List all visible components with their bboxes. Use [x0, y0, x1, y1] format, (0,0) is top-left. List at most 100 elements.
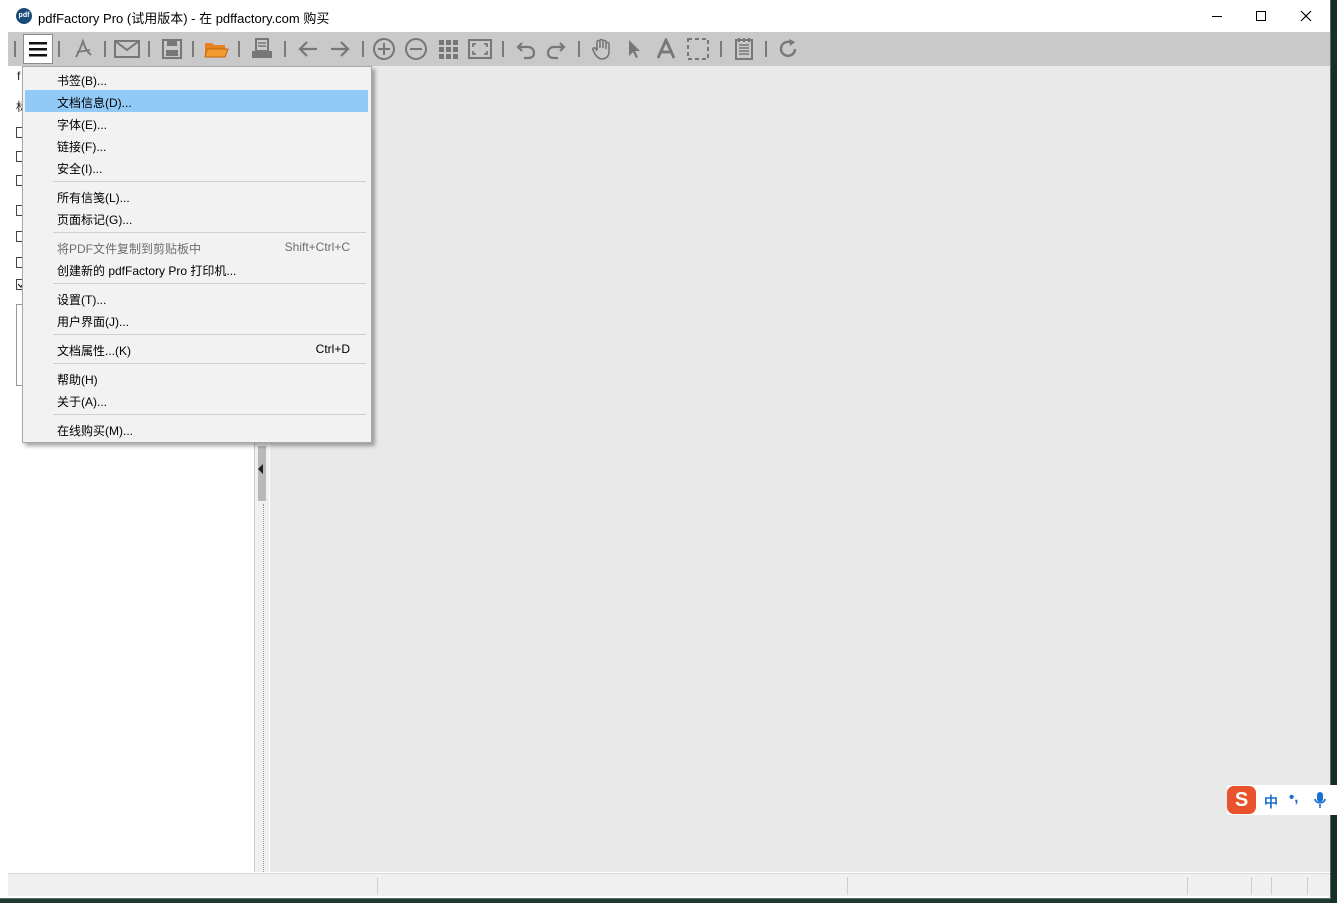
- menu-item-links[interactable]: 链接(F)...: [25, 134, 368, 156]
- menu-item-document-info[interactable]: 文档信息(D)...: [25, 90, 368, 112]
- menu-item-all-letterheads[interactable]: 所有信笺(L)...: [25, 185, 368, 207]
- minimize-button[interactable]: [1194, 0, 1240, 31]
- menu-item-settings[interactable]: 设置(T)...: [25, 287, 368, 309]
- ime-logo-icon[interactable]: S: [1227, 786, 1256, 814]
- menu-item-label: 帮助(H): [57, 373, 98, 387]
- menu-item-fonts[interactable]: 字体(E)...: [25, 112, 368, 134]
- status-divider: [1271, 877, 1272, 895]
- text-tool-button[interactable]: [651, 34, 681, 64]
- back-button[interactable]: [293, 34, 323, 64]
- redo-button[interactable]: [541, 34, 571, 64]
- hand-tool-button[interactable]: [587, 34, 617, 64]
- minimize-icon: [1212, 15, 1222, 17]
- status-divider: [1187, 877, 1188, 895]
- menu-item-buy-online[interactable]: 在线购买(M)...: [25, 418, 368, 440]
- menu-item-document-properties[interactable]: 文档属性...(K) Ctrl+D: [25, 338, 368, 360]
- grid-view-button[interactable]: [433, 34, 463, 64]
- panel-tab-fragment[interactable]: f: [17, 69, 20, 83]
- save-button[interactable]: [157, 34, 187, 64]
- zoom-in-icon: [373, 38, 395, 60]
- forward-button[interactable]: [325, 34, 355, 64]
- toolbar-separator: [502, 41, 504, 57]
- collapse-arrow-icon[interactable]: [258, 464, 263, 474]
- splitter-dotted-line: [263, 504, 264, 872]
- menu-item-label: 设置(T)...: [57, 293, 107, 307]
- email-button[interactable]: [112, 34, 142, 64]
- menu-item-label: 字体(E)...: [57, 118, 107, 132]
- ime-toolbar[interactable]: S 中 •,: [1227, 785, 1337, 815]
- menu-item-copy-to-clipboard[interactable]: 将PDF文件复制到剪贴板中 Shift+Ctrl+C: [25, 236, 368, 258]
- toolbar-separator: [148, 41, 150, 57]
- refresh-icon: [779, 39, 797, 58]
- menu-item-user-interface[interactable]: 用户界面(J)...: [25, 309, 368, 331]
- window-title: pdfFactory Pro (试用版本) - 在 pdffactory.com…: [38, 11, 330, 26]
- zoom-in-button[interactable]: [369, 34, 399, 64]
- text-icon: [656, 38, 676, 59]
- open-button[interactable]: [201, 34, 231, 64]
- maximize-button[interactable]: [1238, 0, 1284, 31]
- open-folder-icon: [204, 43, 229, 58]
- toolbar-separator: [362, 41, 364, 57]
- pdf-button[interactable]: [68, 34, 98, 64]
- app-logo-icon: pdf: [16, 8, 32, 24]
- menu-item-label: 关于(A)...: [57, 395, 107, 409]
- undo-button[interactable]: [511, 34, 541, 64]
- email-icon: [114, 40, 140, 58]
- undo-icon: [516, 42, 536, 60]
- toolbar-separator: [238, 41, 240, 57]
- hand-icon: [592, 38, 610, 60]
- print-button[interactable]: [247, 34, 277, 64]
- menu-separator: [53, 363, 366, 364]
- save-icon: [162, 39, 182, 59]
- status-divider: [377, 877, 378, 895]
- toolbar-separator: [284, 41, 286, 57]
- pointer-tool-button[interactable]: [619, 34, 649, 64]
- menu-item-label: 文档属性...(K): [57, 344, 131, 358]
- menu-item-bookmarks[interactable]: 书签(B)...: [25, 68, 368, 90]
- toolbar-separator: [720, 41, 722, 57]
- print-icon: [252, 38, 272, 58]
- menu-item-label: 创建新的 pdfFactory Pro 打印机...: [57, 264, 237, 278]
- notes-icon: [735, 38, 753, 60]
- maximize-icon: [1256, 10, 1266, 21]
- redo-icon: [546, 42, 566, 60]
- pointer-icon: [629, 40, 640, 58]
- ime-mode-toggle[interactable]: 中: [1264, 792, 1278, 812]
- status-divider: [1307, 877, 1308, 895]
- menu-item-label: 链接(F)...: [57, 140, 107, 154]
- toolbar-separator: [578, 41, 580, 57]
- menu-separator: [53, 181, 366, 182]
- main-menu-dropdown: 书签(B)... 文档信息(D)... 字体(E)... 链接(F)... 安全…: [22, 66, 372, 443]
- desktop-background: [1330, 0, 1337, 903]
- title-bar: pdf pdfFactory Pro (试用版本) - 在 pdffactory…: [0, 0, 1330, 31]
- menu-item-security[interactable]: 安全(I)...: [25, 156, 368, 178]
- select-icon: [687, 38, 709, 60]
- menu-separator: [53, 232, 366, 233]
- status-bar: [8, 873, 1330, 896]
- toolbar-separator: [765, 41, 767, 57]
- status-divider: [847, 877, 848, 895]
- menu-separator: [53, 283, 366, 284]
- menu-item-create-printer[interactable]: 创建新的 pdfFactory Pro 打印机...: [25, 258, 368, 280]
- menu-item-label: 所有信笺(L)...: [57, 191, 130, 205]
- refresh-button[interactable]: [773, 34, 803, 64]
- menu-item-about[interactable]: 关于(A)...: [25, 389, 368, 411]
- menu-item-page-marks[interactable]: 页面标记(G)...: [25, 207, 368, 229]
- menu-item-shortcut: Shift+Ctrl+C: [284, 240, 350, 254]
- fit-page-button[interactable]: [465, 34, 495, 64]
- ime-punctuation-toggle[interactable]: •,: [1289, 789, 1298, 806]
- document-canvas[interactable]: [270, 66, 1330, 872]
- zoom-out-button[interactable]: [401, 34, 431, 64]
- microphone-icon[interactable]: [1313, 791, 1327, 812]
- close-icon: [1300, 10, 1312, 21]
- close-button[interactable]: [1283, 0, 1329, 31]
- menu-item-label: 文档信息(D)...: [57, 96, 132, 110]
- toolbar: [8, 32, 1330, 66]
- menu-item-label: 书签(B)...: [57, 74, 107, 88]
- notes-button[interactable]: [729, 34, 759, 64]
- menu-item-help[interactable]: 帮助(H): [25, 367, 368, 389]
- select-tool-button[interactable]: [683, 34, 713, 64]
- status-divider: [1251, 877, 1252, 895]
- main-menu-button[interactable]: [23, 34, 53, 64]
- grid-icon: [439, 40, 458, 59]
